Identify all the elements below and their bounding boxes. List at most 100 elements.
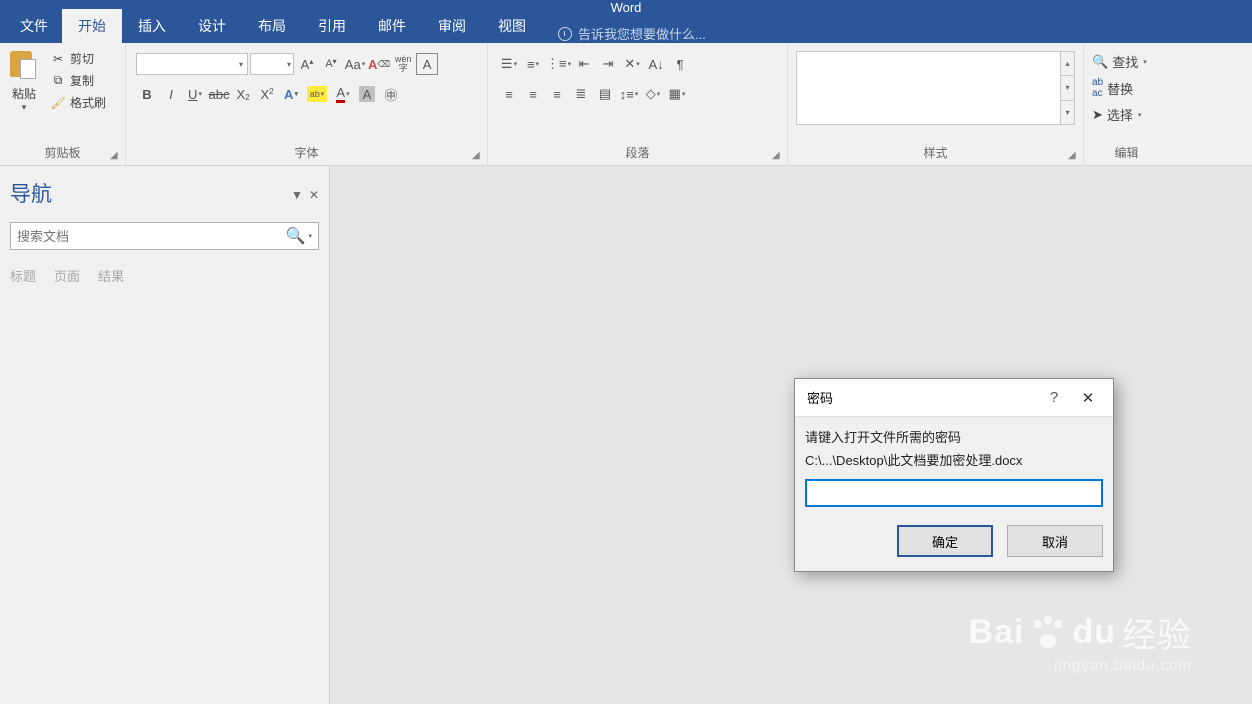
chevron-down-icon: ▾ <box>22 102 27 113</box>
tab-review[interactable]: 审阅 <box>422 9 482 43</box>
justify-button[interactable]: ≣ <box>570 83 592 105</box>
cut-button[interactable]: ✂ 剪切 <box>48 49 108 68</box>
copy-icon: ⧉ <box>50 73 66 89</box>
styles-launcher[interactable]: ◢ <box>1068 150 1080 162</box>
text-effects-button[interactable]: A▾ <box>280 83 302 105</box>
sort-button[interactable]: A↓ <box>645 53 667 75</box>
group-label-styles: 样式 <box>792 144 1079 163</box>
tab-view[interactable]: 视图 <box>482 9 542 43</box>
italic-button[interactable]: I <box>160 83 182 105</box>
change-case-button[interactable]: Aa▾ <box>344 53 366 75</box>
nav-tab-results[interactable]: 结果 <box>98 266 124 285</box>
shading-button[interactable]: ◇▾ <box>642 83 664 105</box>
group-editing: 🔍 查找 ▾ abac 替换 ➤ 选择 ▾ 编辑 <box>1084 43 1169 165</box>
bullets-button[interactable]: ☰▾ <box>498 53 520 75</box>
copy-label: 复制 <box>70 72 94 89</box>
replace-button[interactable]: abac 替换 <box>1090 76 1149 100</box>
nav-tab-headings[interactable]: 标题 <box>10 266 36 285</box>
tab-layout[interactable]: 布局 <box>242 9 302 43</box>
nav-search-input[interactable] <box>17 229 286 244</box>
borders-button[interactable]: ▦▾ <box>666 83 688 105</box>
clipboard-launcher[interactable]: ◢ <box>110 150 122 162</box>
numbering-button[interactable]: ≡▾ <box>522 53 544 75</box>
password-input[interactable] <box>805 479 1103 507</box>
tab-references[interactable]: 引用 <box>302 9 362 43</box>
styles-scroll-down[interactable]: ▾ <box>1061 76 1074 100</box>
nav-menu-button[interactable]: ▼ <box>291 188 303 202</box>
strikethrough-button[interactable]: abc <box>208 83 230 105</box>
shrink-font-button[interactable]: A▾ <box>320 53 342 75</box>
styles-scroll-up[interactable]: ▴ <box>1061 52 1074 76</box>
group-clipboard: 粘贴 ▾ ✂ 剪切 ⧉ 复制 🖌 格式刷 剪贴板 ◢ <box>0 43 126 165</box>
tell-me-search[interactable]: 告诉我您想要做什么... <box>558 24 706 43</box>
dialog-titlebar: 密码 ? ✕ <box>795 379 1113 417</box>
font-size-combo[interactable]: ▾ <box>250 53 294 75</box>
grow-font-button[interactable]: A▴ <box>296 53 318 75</box>
character-shading-button[interactable]: A <box>356 83 378 105</box>
password-dialog: 密码 ? ✕ 请键入打开文件所需的密码 C:\...\Desktop\此文档要加… <box>794 378 1114 572</box>
dialog-close-button[interactable]: ✕ <box>1071 389 1105 407</box>
tab-file[interactable]: 文件 <box>6 9 62 43</box>
tab-mailings[interactable]: 邮件 <box>362 9 422 43</box>
styles-gallery[interactable]: ▴ ▾ ▾ <box>796 51 1075 125</box>
line-spacing-button[interactable]: ↕≡▾ <box>618 83 640 105</box>
group-label-editing: 编辑 <box>1088 144 1165 163</box>
tell-me-placeholder: 告诉我您想要做什么... <box>578 24 706 43</box>
bold-button[interactable]: B <box>136 83 158 105</box>
font-name-combo[interactable]: ▾ <box>136 53 248 75</box>
copy-button[interactable]: ⧉ 复制 <box>48 71 108 90</box>
tab-design[interactable]: 设计 <box>182 9 242 43</box>
search-icon[interactable]: 🔍 <box>286 226 306 246</box>
group-font: ▾ ▾ A▴ A▾ Aa▾ A⌫ wén字 A B I U▾ abc X2 X2… <box>126 43 488 165</box>
increase-indent-button[interactable]: ⇥ <box>597 53 619 75</box>
font-launcher[interactable]: ◢ <box>472 150 484 162</box>
paste-label: 粘贴 <box>12 85 36 102</box>
chevron-down-icon: ▾ <box>1143 58 1147 66</box>
phonetic-guide-button[interactable]: wén字 <box>392 53 414 75</box>
replace-label: 替换 <box>1107 79 1133 98</box>
nav-search-box[interactable]: 🔍 ▾ <box>10 222 319 250</box>
brush-icon: 🖌 <box>50 95 66 111</box>
dialog-help-button[interactable]: ? <box>1037 389 1071 406</box>
nav-tab-pages[interactable]: 页面 <box>54 266 80 285</box>
superscript-button[interactable]: X2 <box>256 83 278 105</box>
ok-button[interactable]: 确定 <box>897 525 993 557</box>
select-button[interactable]: ➤ 选择 ▾ <box>1090 104 1149 125</box>
dialog-filepath: C:\...\Desktop\此文档要加密处理.docx <box>805 450 1103 469</box>
tab-insert[interactable]: 插入 <box>122 9 182 43</box>
align-left-button[interactable]: ≡ <box>498 83 520 105</box>
highlight-button[interactable]: ab▾ <box>304 83 330 105</box>
paste-button[interactable]: 粘贴 ▾ <box>4 47 44 115</box>
group-label-font: 字体 <box>130 144 483 163</box>
find-label: 查找 <box>1112 52 1138 71</box>
multilevel-list-button[interactable]: ⋮≡▾ <box>546 53 571 75</box>
paragraph-launcher[interactable]: ◢ <box>772 150 784 162</box>
chevron-down-icon[interactable]: ▾ <box>308 232 312 240</box>
ribbon: 粘贴 ▾ ✂ 剪切 ⧉ 复制 🖌 格式刷 剪贴板 ◢ <box>0 43 1252 166</box>
format-painter-button[interactable]: 🖌 格式刷 <box>48 93 108 112</box>
app-title: Word <box>611 0 642 13</box>
styles-expand[interactable]: ▾ <box>1061 101 1074 124</box>
underline-button[interactable]: U▾ <box>184 83 206 105</box>
align-right-button[interactable]: ≡ <box>546 83 568 105</box>
distributed-button[interactable]: ▤ <box>594 83 616 105</box>
decrease-indent-button[interactable]: ⇤ <box>573 53 595 75</box>
clear-formatting-button[interactable]: A⌫ <box>368 53 390 75</box>
align-center-button[interactable]: ≡ <box>522 83 544 105</box>
character-border-button[interactable]: A <box>416 53 438 75</box>
asian-layout-button[interactable]: ✕▾ <box>621 53 643 75</box>
chevron-down-icon: ▾ <box>1138 111 1142 119</box>
nav-tabs: 标题 页面 结果 <box>10 266 319 285</box>
tab-home[interactable]: 开始 <box>62 9 122 43</box>
font-color-button[interactable]: A▾ <box>332 83 354 105</box>
nav-close-button[interactable]: ✕ <box>309 188 319 202</box>
dialog-title: 密码 <box>807 388 1037 407</box>
select-label: 选择 <box>1107 105 1133 124</box>
subscript-button[interactable]: X2 <box>232 83 254 105</box>
cancel-button[interactable]: 取消 <box>1007 525 1103 557</box>
find-button[interactable]: 🔍 查找 ▾ <box>1090 51 1149 72</box>
show-marks-button[interactable]: ¶ <box>669 53 691 75</box>
enclose-characters-button[interactable]: ㊥ <box>380 83 402 105</box>
scissors-icon: ✂ <box>50 51 66 67</box>
cursor-icon: ➤ <box>1092 107 1103 123</box>
